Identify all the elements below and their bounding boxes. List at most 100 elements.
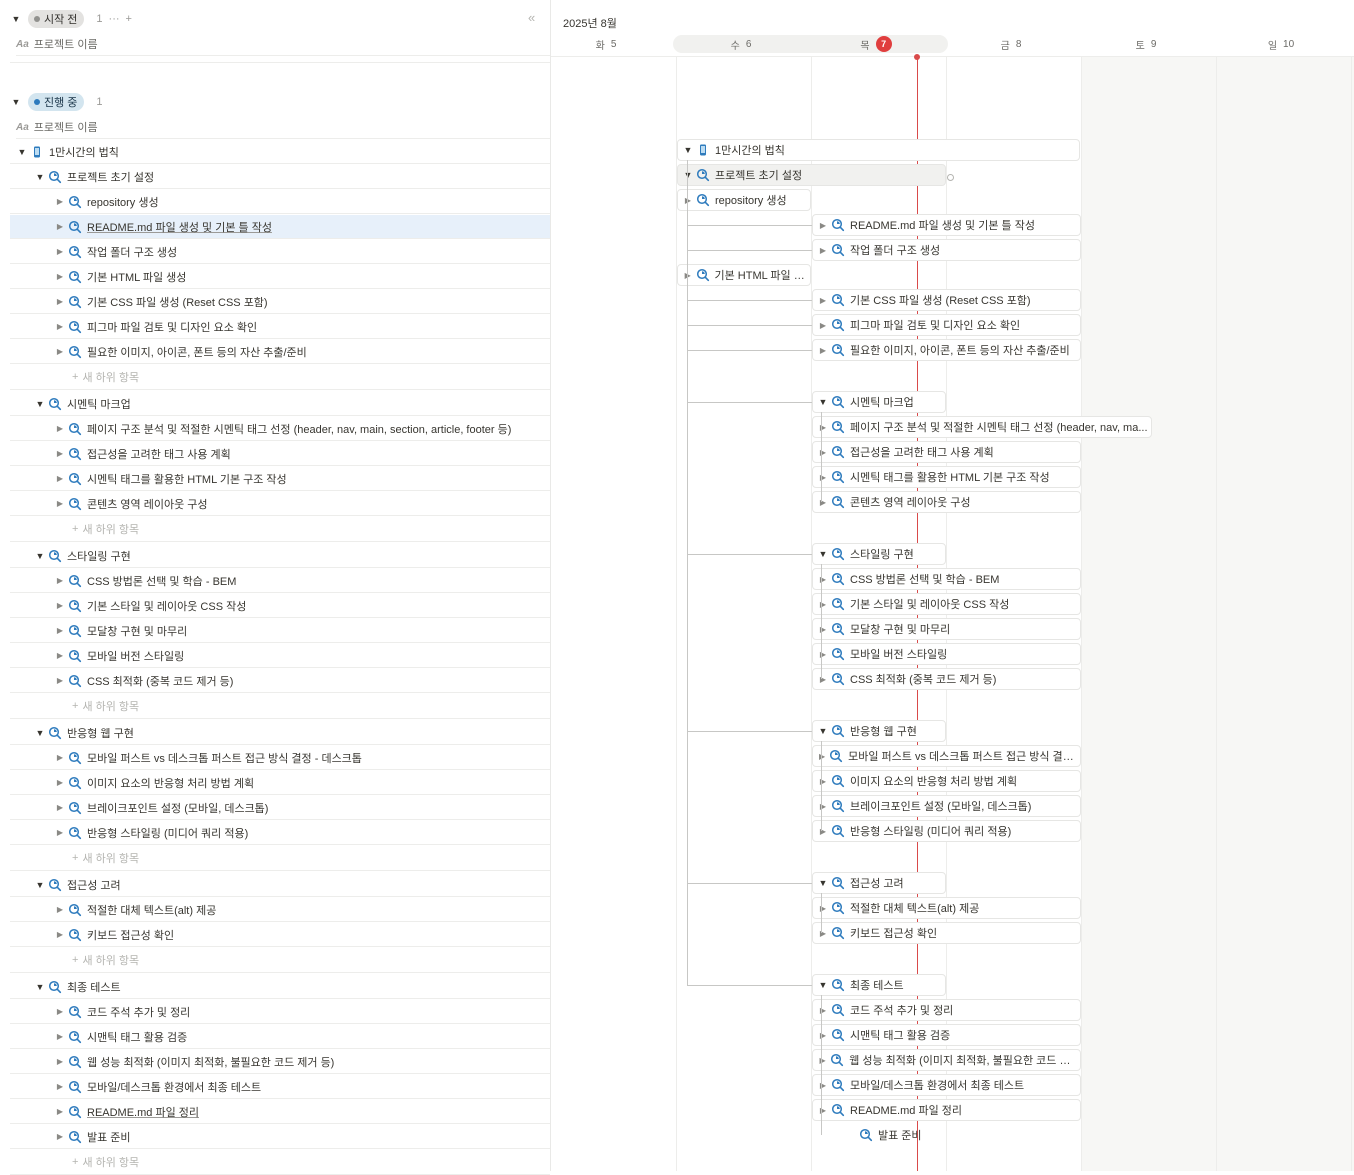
section-row[interactable]: ▼ 스타일링 구현 (10, 544, 550, 568)
row-title[interactable]: 모바일/데스크톱 환경에서 최종 테스트 (87, 1079, 261, 1095)
table-row[interactable]: ▶ 키보드 접근성 확인 (10, 923, 550, 947)
row-title[interactable]: 콘텐츠 영역 레이아웃 구성 (87, 496, 208, 512)
expand-triangle-icon[interactable]: ▶ (817, 904, 829, 913)
expand-triangle-icon[interactable]: ▶ (817, 675, 829, 684)
expand-triangle-icon[interactable]: ▶ (54, 1132, 66, 1141)
expand-triangle-icon[interactable]: ▶ (54, 1107, 66, 1116)
timeline-bar[interactable]: ▶ 작업 폴더 구조 생성 (812, 239, 1081, 261)
new-subitem-button[interactable]: + 새 하위 항목 (72, 694, 139, 718)
table-row[interactable]: ▶ 페이지 구조 분석 및 적절한 시멘틱 태그 선정 (header, nav,… (10, 417, 550, 441)
expand-triangle-icon[interactable]: ▶ (817, 802, 829, 811)
timeline-bar[interactable]: ▶ 적절한 대체 텍스트(alt) 제공 (812, 897, 1081, 919)
timeline-bar[interactable]: ▶ 접근성을 고려한 태그 사용 계획 (812, 441, 1081, 463)
timeline-bar[interactable]: ▼ 프로젝트 초기 설정 (677, 164, 946, 186)
expand-triangle-icon[interactable]: ▶ (817, 321, 829, 330)
expand-triangle-icon[interactable]: ▶ (54, 601, 66, 610)
timeline-bar[interactable]: ▼ 1만시간의 법칙 (677, 139, 1080, 161)
new-subitem-button[interactable]: + 새 하위 항목 (72, 948, 139, 972)
expand-triangle-icon[interactable]: ▶ (817, 1056, 828, 1065)
row-title[interactable]: README.md 파일 생성 및 기본 틀 작성 (87, 219, 272, 235)
expand-triangle-icon[interactable]: ▶ (54, 803, 66, 812)
timeline-bar[interactable]: ▶ README.md 파일 생성 및 기본 틀 작성 (812, 214, 1081, 236)
collapse-triangle-icon[interactable]: ▼ (10, 14, 22, 24)
row-title[interactable]: 작업 폴더 구조 생성 (87, 244, 177, 260)
new-subitem-button[interactable]: + 새 하위 항목 (72, 365, 139, 389)
collapse-triangle-icon[interactable]: ▼ (34, 399, 46, 409)
table-row[interactable]: ▶ 코드 주석 추가 및 정리 (10, 1000, 550, 1024)
status-pill-in-progress[interactable]: 진행 중 (28, 93, 85, 111)
timeline-bar[interactable]: ▶기본 HTML 파일 생성 (677, 264, 811, 286)
collapse-triangle-icon[interactable]: ▼ (16, 147, 28, 157)
expand-triangle-icon[interactable]: ▶ (54, 676, 66, 685)
add-item-icon[interactable]: + (126, 13, 132, 25)
row-title[interactable]: CSS 방법론 선택 및 학습 - BEM (87, 573, 236, 589)
expand-triangle-icon[interactable]: ▶ (817, 498, 829, 507)
timeline-bar[interactable]: ▶ 코드 주석 추가 및 정리 (812, 999, 1081, 1021)
section-row[interactable]: ▼ 접근성 고려 (10, 873, 550, 897)
row-title[interactable]: 모바일 버전 스타일링 (87, 648, 184, 664)
timeline-bar[interactable]: ▶ 키보드 접근성 확인 (812, 922, 1081, 944)
expand-triangle-icon[interactable]: ▶ (817, 246, 829, 255)
timeline-bar[interactable]: ▶ 피그마 파일 검토 및 디자인 요소 확인 (812, 314, 1081, 336)
expand-triangle-icon[interactable]: ▶ (54, 424, 66, 433)
row-title[interactable]: 시멘틱 태그를 활용한 HTML 기본 구조 작성 (87, 471, 287, 487)
expand-triangle-icon[interactable]: ▶ (54, 905, 66, 914)
row-title[interactable]: 기본 HTML 파일 생성 (87, 269, 186, 285)
expand-triangle-icon[interactable]: ▶ (54, 222, 66, 231)
timeline-bar[interactable]: ▶ 반응형 스타일링 (미디어 쿼리 적용) (812, 820, 1081, 842)
table-row[interactable]: ▶ 모바일 퍼스트 vs 데스크톱 퍼스트 접근 방식 결정 - 데스크톱 (10, 746, 550, 770)
collapse-triangle-icon[interactable]: ▼ (34, 172, 46, 182)
row-title[interactable]: 필요한 이미지, 아이콘, 폰트 등의 자산 추출/준비 (87, 344, 307, 360)
timeline-day-6[interactable]: 수6 (701, 34, 781, 54)
timeline-bar[interactable]: ▶ 콘텐츠 영역 레이아웃 구성 (812, 491, 1081, 513)
collapse-triangle-icon[interactable]: ▼ (682, 145, 694, 155)
timeline-bar[interactable]: ▶ 페이지 구조 분석 및 적절한 시멘틱 태그 선정 (header, nav,… (812, 416, 1152, 438)
row-title[interactable]: README.md 파일 정리 (87, 1104, 199, 1120)
row-title[interactable]: 최종 테스트 (67, 979, 121, 995)
timeline-bar[interactable]: ▶ 모바일 퍼스트 vs 데스크톱 퍼스트 접근 방식 결정 - 데스크톱 (812, 745, 1081, 767)
expand-triangle-icon[interactable]: ▶ (817, 1006, 829, 1015)
expand-triangle-icon[interactable]: ▶ (817, 473, 829, 482)
expand-triangle-icon[interactable]: ▶ (54, 272, 66, 281)
table-row[interactable]: ▶ 필요한 이미지, 아이콘, 폰트 등의 자산 추출/준비 (10, 340, 550, 364)
group-header-not-started[interactable]: ▼ 시작 전 1 ··· + (10, 9, 132, 29)
timeline-bar[interactable]: ▶ CSS 최적화 (중복 코드 제거 등) (812, 668, 1081, 690)
collapse-triangle-icon[interactable]: ▼ (817, 878, 829, 888)
row-title[interactable]: 피그마 파일 검토 및 디자인 요소 확인 (87, 319, 257, 335)
timeline-bar[interactable]: ▶ repository 생성 (677, 189, 811, 211)
table-row[interactable]: ▶ repository 생성 (10, 190, 550, 214)
row-title[interactable]: 페이지 구조 분석 및 적절한 시멘틱 태그 선정 (header, nav, … (87, 421, 511, 437)
timeline-bar[interactable]: ▶ 모달창 구현 및 마무리 (812, 618, 1081, 640)
expand-triangle-icon[interactable]: ▶ (817, 575, 829, 584)
timeline-day-8[interactable]: 금8 (971, 34, 1051, 54)
table-row[interactable]: ▶ 모바일 버전 스타일링 (10, 644, 550, 668)
row-title[interactable]: 기본 스타일 및 레이아웃 CSS 작성 (87, 598, 246, 614)
expand-triangle-icon[interactable]: ▶ (817, 1106, 829, 1115)
table-row[interactable]: ▶ 모달창 구현 및 마무리 (10, 619, 550, 643)
collapse-triangle-icon[interactable]: ▼ (817, 397, 829, 407)
collapse-triangle-icon[interactable]: ▼ (34, 880, 46, 890)
row-title[interactable]: 모바일 퍼스트 vs 데스크톱 퍼스트 접근 방식 결정 - 데스크톱 (87, 750, 362, 766)
timeline-bar[interactable]: ▶ 모바일/데스크톱 환경에서 최종 테스트 (812, 1074, 1081, 1096)
collapse-panel-icon[interactable]: « (528, 10, 535, 25)
expand-triangle-icon[interactable]: ▶ (817, 625, 829, 634)
row-title[interactable]: repository 생성 (87, 194, 159, 210)
table-row[interactable]: ▶ CSS 최적화 (중복 코드 제거 등) (10, 669, 550, 693)
expand-triangle-icon[interactable]: ▶ (54, 778, 66, 787)
timeline-bar[interactable]: ▶ CSS 방법론 선택 및 학습 - BEM (812, 568, 1081, 590)
row-title[interactable]: 키보드 접근성 확인 (87, 927, 174, 943)
collapse-triangle-icon[interactable]: ▼ (34, 551, 46, 561)
row-title[interactable]: 적절한 대체 텍스트(alt) 제공 (87, 902, 216, 918)
timeline-bar[interactable]: ▼ 시멘틱 마크업 (812, 391, 946, 413)
expand-triangle-icon[interactable]: ▶ (54, 247, 66, 256)
timeline-bar[interactable]: ▶ 웹 성능 최적화 (이미지 최적화, 불필요한 코드 제거 등) (812, 1049, 1081, 1071)
row-title[interactable]: 프로젝트 초기 설정 (67, 169, 154, 185)
expand-triangle-icon[interactable]: ▶ (54, 197, 66, 206)
expand-triangle-icon[interactable]: ▶ (54, 1032, 66, 1041)
expand-triangle-icon[interactable]: ▶ (54, 1057, 66, 1066)
expand-triangle-icon[interactable]: ▶ (54, 499, 66, 508)
expand-triangle-icon[interactable]: ▶ (54, 449, 66, 458)
table-row[interactable]: ▶ 피그마 파일 검토 및 디자인 요소 확인 (10, 315, 550, 339)
expand-triangle-icon[interactable]: ▶ (817, 752, 827, 761)
expand-triangle-icon[interactable]: ▶ (54, 322, 66, 331)
